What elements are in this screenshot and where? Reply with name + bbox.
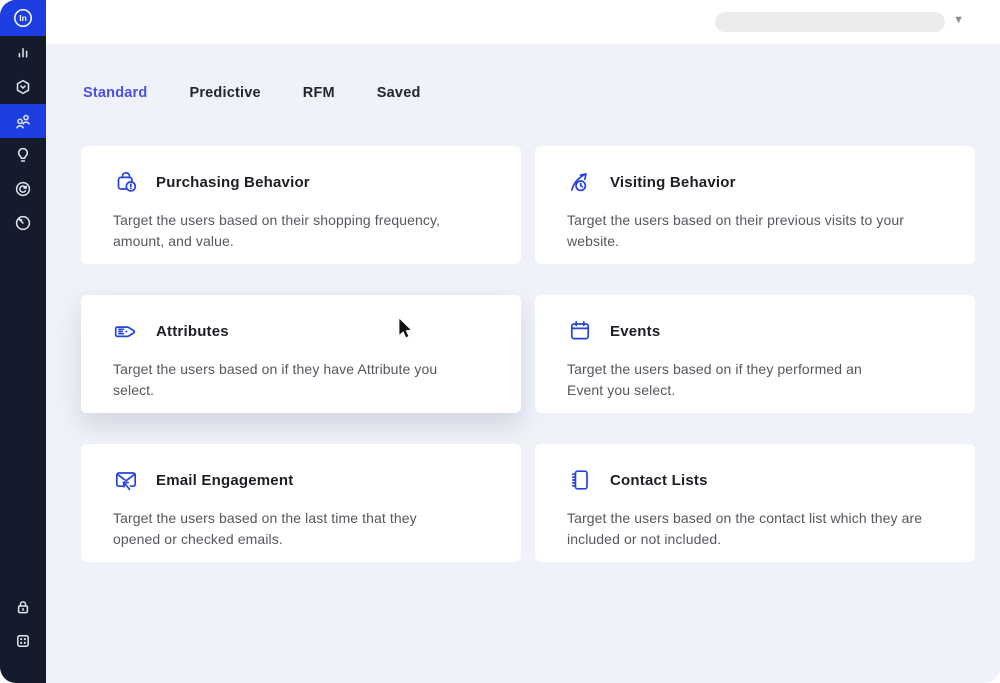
- card-email-engagement[interactable]: Email Engagement Target the users based …: [81, 444, 521, 562]
- sidebar-item-analytics[interactable]: [0, 36, 46, 70]
- sidebar-logo[interactable]: In: [0, 0, 46, 36]
- brand-in-logo-icon: In: [12, 7, 34, 29]
- account-pill[interactable]: [715, 12, 945, 32]
- tab-saved[interactable]: Saved: [377, 85, 421, 101]
- users-icon: [14, 112, 32, 130]
- card-events[interactable]: Events Target the users based on if they…: [535, 295, 975, 413]
- card-description: Target the users based on if they have A…: [113, 359, 489, 401]
- apps-grid-icon: [14, 632, 32, 650]
- shopping-bag-alert-icon: [113, 169, 139, 195]
- card-head: Email Engagement: [113, 467, 489, 493]
- card-head: Purchasing Behavior: [113, 169, 489, 195]
- cursor-clock-icon: [567, 169, 593, 195]
- lightbulb-icon: [14, 146, 32, 164]
- segment-tabs: Standard Predictive RFM Saved: [83, 85, 421, 101]
- main-content: Standard Predictive RFM Saved Purchasing…: [46, 44, 1000, 683]
- email-cursor-icon: [113, 467, 139, 493]
- segment-card-grid: Purchasing Behavior Target the users bas…: [81, 146, 975, 562]
- sidebar-item-ideas[interactable]: [0, 138, 46, 172]
- card-purchasing-behavior[interactable]: Purchasing Behavior Target the users bas…: [81, 146, 521, 264]
- sidebar-item-history[interactable]: [0, 206, 46, 240]
- card-head: Contact Lists: [567, 467, 943, 493]
- sidebar: In: [0, 0, 46, 683]
- tab-rfm[interactable]: RFM: [303, 85, 335, 101]
- card-description: Target the users based on their previous…: [567, 210, 943, 252]
- bar-chart-icon: [14, 44, 32, 62]
- card-title: Visiting Behavior: [610, 174, 736, 191]
- topbar: ▼: [46, 0, 1000, 44]
- card-contact-lists[interactable]: Contact Lists Target the users based on …: [535, 444, 975, 562]
- sidebar-bottom: [0, 590, 46, 658]
- sync-circle-icon: [14, 180, 32, 198]
- card-head: Visiting Behavior: [567, 169, 943, 195]
- card-description: Target the users based on their shopping…: [113, 210, 489, 252]
- brand-logo-text: In: [19, 13, 27, 23]
- card-description: Target the users based on if they perfor…: [567, 359, 943, 401]
- clock-history-icon: [14, 214, 32, 232]
- card-visiting-behavior[interactable]: Visiting Behavior Target the users based…: [535, 146, 975, 264]
- calendar-icon: [567, 318, 593, 344]
- card-title: Email Engagement: [156, 472, 293, 489]
- card-attributes[interactable]: Attributes Target the users based on if …: [81, 295, 521, 413]
- sidebar-item-packages[interactable]: [0, 70, 46, 104]
- card-head: Events: [567, 318, 943, 344]
- card-head: Attributes: [113, 318, 489, 344]
- card-title: Contact Lists: [610, 472, 708, 489]
- notebook-icon: [567, 467, 593, 493]
- hexagon-chevron-icon: [14, 78, 32, 96]
- app-window: In: [0, 0, 1000, 683]
- card-description: Target the users based on the contact li…: [567, 508, 943, 550]
- chevron-down-icon[interactable]: ▼: [953, 15, 964, 26]
- sidebar-item-lock[interactable]: [0, 590, 46, 624]
- card-description: Target the users based on the last time …: [113, 508, 489, 550]
- card-title: Attributes: [156, 323, 229, 340]
- tab-predictive[interactable]: Predictive: [189, 85, 260, 101]
- tab-standard[interactable]: Standard: [83, 85, 147, 101]
- sidebar-item-apps[interactable]: [0, 624, 46, 658]
- tag-icon: [113, 318, 139, 344]
- sidebar-item-automation[interactable]: [0, 172, 46, 206]
- card-title: Events: [610, 323, 660, 340]
- lock-icon: [14, 598, 32, 616]
- sidebar-item-audience[interactable]: [0, 104, 46, 138]
- card-title: Purchasing Behavior: [156, 174, 310, 191]
